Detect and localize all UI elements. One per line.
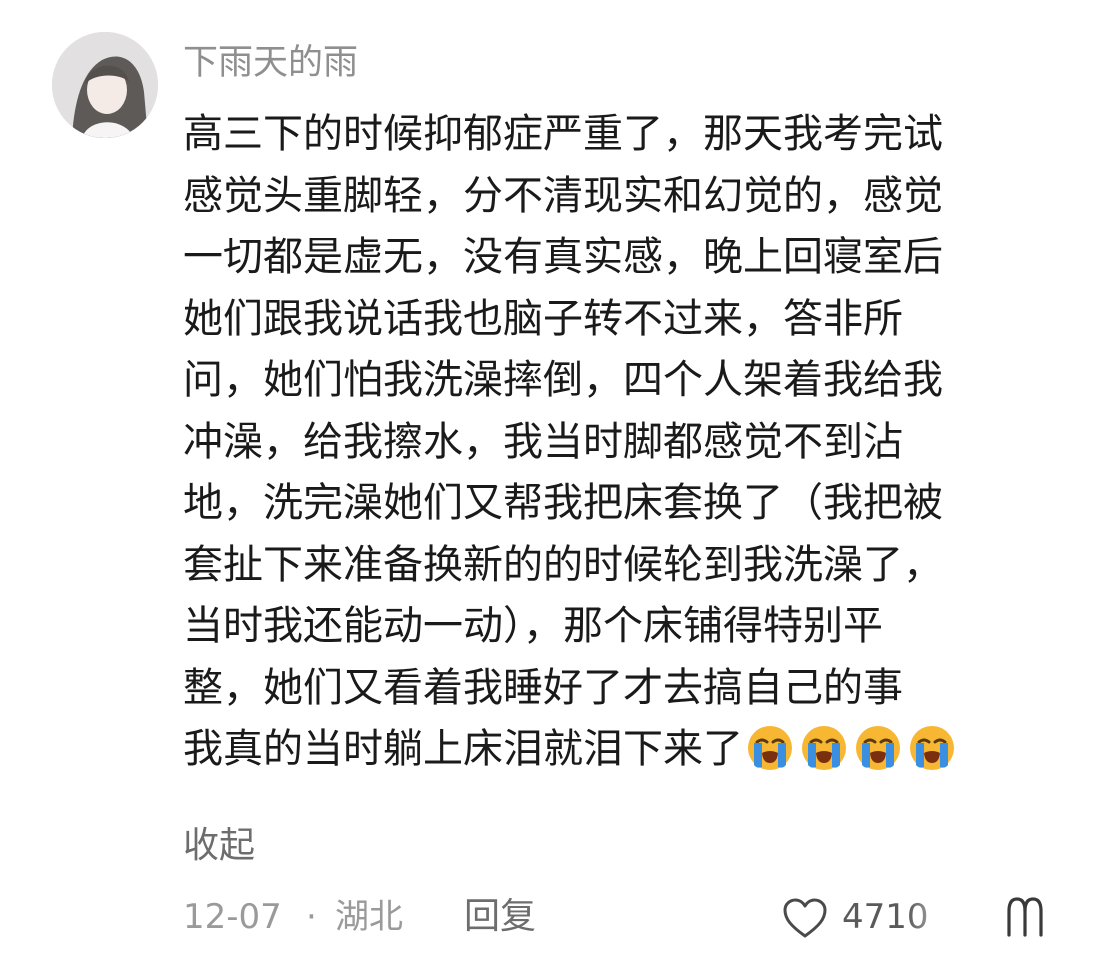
like-count-fade — [907, 893, 1017, 941]
comment-region: 湖北 — [335, 897, 403, 937]
loudly-crying-face-icon — [910, 726, 954, 771]
loudly-crying-face-icon — [802, 726, 846, 771]
avatar[interactable] — [52, 32, 158, 138]
comment-line: 她们跟我说话我也脑子转不过来，答非所 — [183, 295, 903, 342]
comment-body: 高三下的时候抑郁症严重了，那天我考完试 感觉头重脚轻，分不清现实和幻觉的，感觉 … — [183, 104, 1063, 781]
heart-icon — [783, 898, 827, 938]
loudly-crying-face-icon — [748, 726, 792, 771]
avatar-photo — [52, 32, 158, 138]
collapse-button[interactable]: 收起 — [183, 822, 255, 870]
comment-line: 整，她们又看着我睡好了才去搞自己的事 — [183, 664, 903, 711]
comment-line: 感觉头重脚轻，分不清现实和幻觉的，感觉 — [183, 172, 943, 219]
comment-line: 冲澡，给我擦水，我当时脚都感觉不到沾 — [183, 418, 903, 465]
comment-line-text: 我真的当时躺上床泪就泪下来了 — [183, 726, 743, 772]
reply-button[interactable]: 回复 — [464, 893, 536, 941]
comment-item: 下雨天的雨 高三下的时候抑郁症严重了，那天我考完试 感觉头重脚轻，分不清现实和幻… — [0, 0, 1110, 960]
comment-line: 高三下的时候抑郁症严重了，那天我考完试 — [183, 111, 943, 157]
emoji-row — [745, 720, 961, 782]
meta-separator: · — [306, 897, 317, 937]
comment-line: 一切都是虚无，没有真实感，晚上回寝室后 — [183, 234, 943, 280]
loudly-crying-face-icon — [856, 726, 900, 771]
more-options-icon[interactable] — [1003, 893, 1053, 937]
username[interactable]: 下雨天的雨 — [183, 40, 358, 86]
comment-line: 当时我还能动一动），那个床铺得特别平 — [183, 603, 883, 649]
comment-line: 套扯下来准备换新的的时候轮到我洗澡了， — [183, 541, 943, 588]
comment-line: 地，洗完澡她们又帮我把床套换了（我把被 — [183, 480, 943, 526]
comment-date: 12-07 — [183, 897, 282, 937]
comment-line-last: 我真的当时躺上床泪就泪下来了 — [183, 719, 1063, 781]
comment-line: 问，她们怕我洗澡摔倒，四个人架着我给我 — [183, 357, 943, 403]
